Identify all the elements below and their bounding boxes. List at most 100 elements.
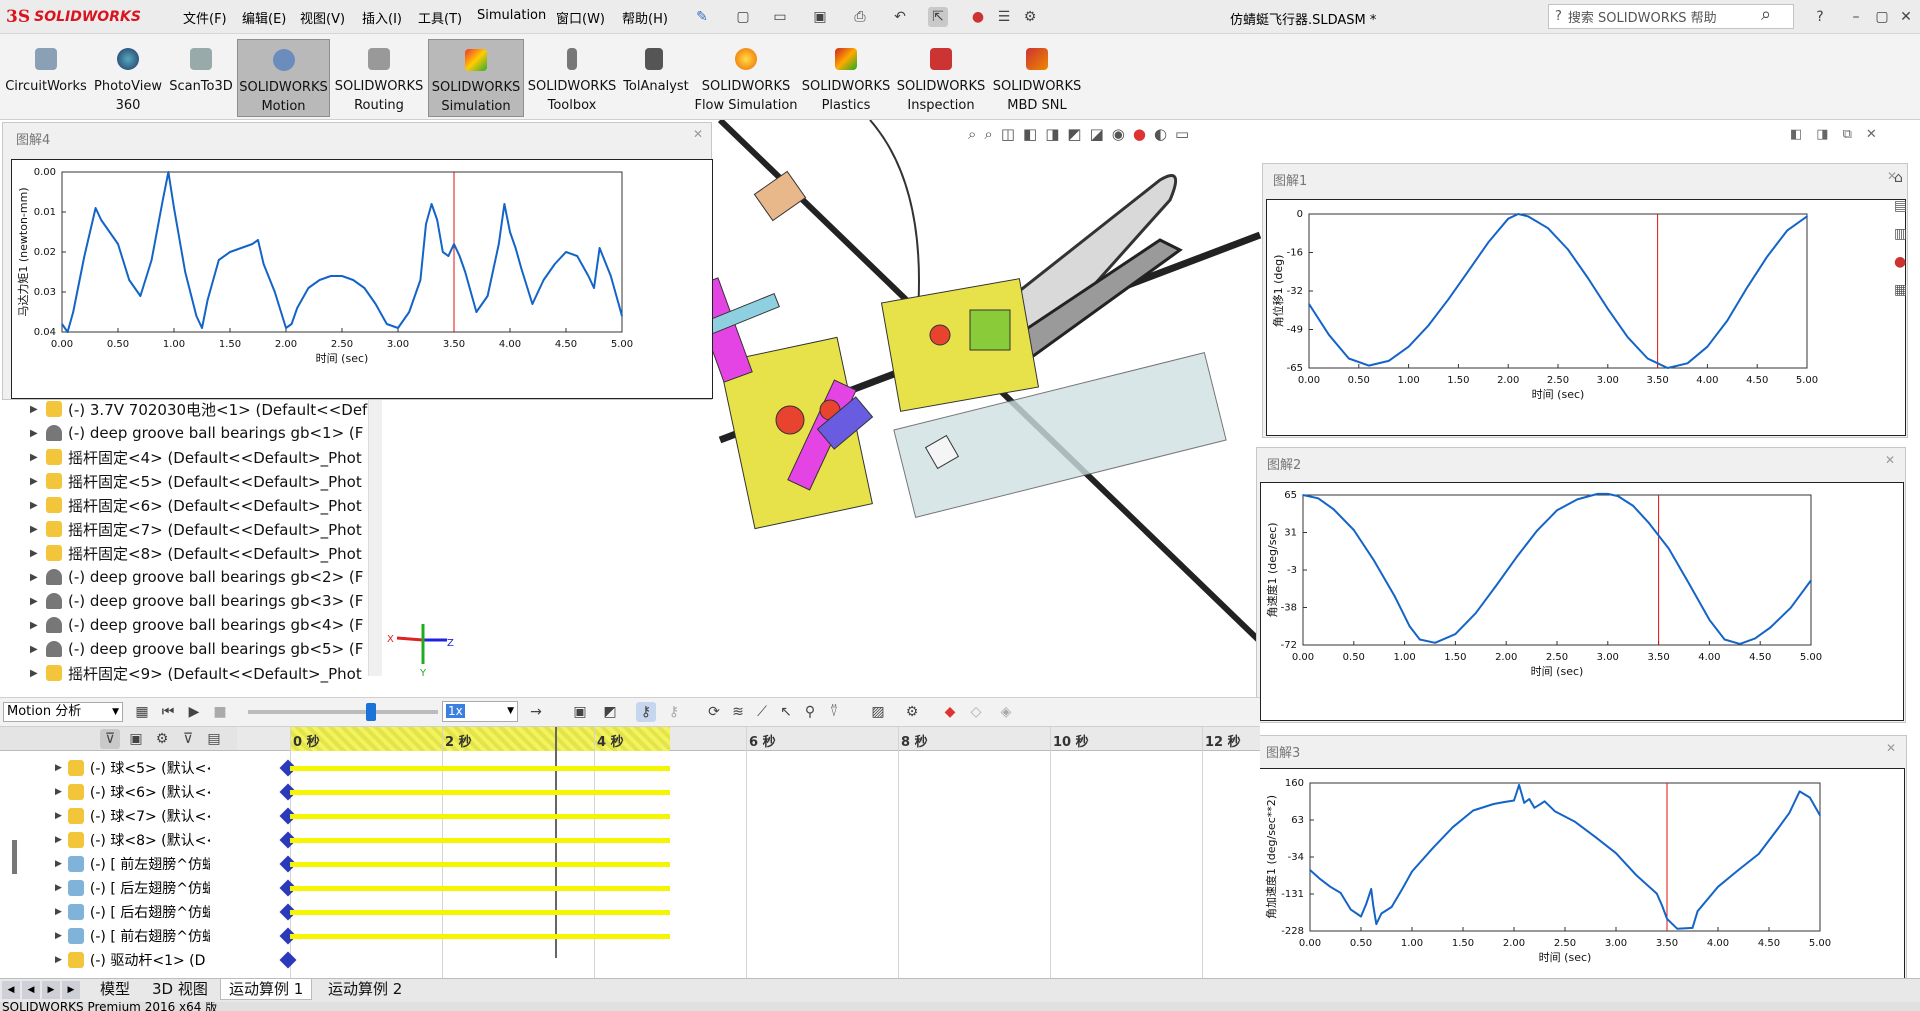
chevron-right-icon[interactable]: ▶ bbox=[30, 476, 40, 487]
tree-item[interactable]: ▶ (-) 3.7V 702030电池<1> (Default<<Def bbox=[30, 398, 367, 420]
pin-icon[interactable]: ✎ bbox=[692, 7, 712, 27]
last-tab-icon[interactable]: ▶ bbox=[62, 981, 80, 999]
contact-icon[interactable]: ⚲ bbox=[800, 702, 820, 722]
tab-3d-view[interactable]: 3D 视图 bbox=[144, 979, 216, 1000]
tree-item[interactable]: ▶ (-) deep groove ball bearings gb<3> (F bbox=[30, 590, 363, 612]
chevron-right-icon[interactable]: ▶ bbox=[55, 883, 62, 893]
collapse-right-icon[interactable]: ◨ bbox=[1816, 127, 1828, 142]
tree-item[interactable]: ▶ (-) deep groove ball bearings gb<4> (F bbox=[30, 614, 363, 636]
chevron-right-icon[interactable]: ▶ bbox=[30, 524, 40, 535]
filter-results-icon[interactable]: ▤ bbox=[204, 729, 224, 749]
change-bar[interactable] bbox=[290, 766, 670, 771]
chevron-right-icon[interactable]: ▶ bbox=[55, 787, 62, 797]
chart-panel-3[interactable]: 图解3 ✕ 0.00 0.50 1.00 1.50 2.00 2.50 3.00 3.50 4.… bbox=[1255, 735, 1907, 1005]
study-type-select[interactable]: Motion 分析 ▼ bbox=[3, 702, 123, 722]
change-bar[interactable] bbox=[290, 886, 670, 891]
chevron-right-icon[interactable]: ▶ bbox=[30, 620, 40, 631]
chevron-right-icon[interactable]: ▶ bbox=[30, 548, 40, 559]
export-icon[interactable]: ◇ bbox=[966, 702, 986, 722]
ribbon-plastics[interactable]: SOLIDWORKS Plastics bbox=[801, 39, 891, 117]
ribbon-inspection[interactable]: SOLIDWORKS Inspection bbox=[895, 39, 987, 117]
menu-tools[interactable]: 工具(T) bbox=[418, 8, 462, 27]
timeline-row[interactable]: ▶ (-) [ 后右翅膀^仿蜻蜓 bbox=[55, 901, 210, 923]
play-icon[interactable]: ▶ bbox=[184, 702, 204, 722]
next-tab-icon[interactable]: ▶ bbox=[42, 981, 60, 999]
new-icon[interactable]: ▢ bbox=[733, 7, 753, 27]
ribbon-toolbox[interactable]: SOLIDWORKS Toolbox bbox=[527, 39, 617, 117]
chevron-right-icon[interactable]: ▶ bbox=[30, 452, 40, 463]
ribbon-routing[interactable]: SOLIDWORKS Routing bbox=[334, 39, 424, 117]
chevron-right-icon[interactable]: ▶ bbox=[30, 500, 40, 511]
playback-slider[interactable] bbox=[248, 703, 438, 721]
export-results-icon[interactable]: ◈ bbox=[996, 702, 1016, 722]
timeline-row[interactable]: ▶ (-) 球<8> (默认<<默 bbox=[55, 829, 210, 851]
gravity-icon[interactable]: ⍢ bbox=[824, 702, 844, 722]
minimize-icon[interactable]: – bbox=[1846, 7, 1866, 27]
menu-insert[interactable]: 插入(I) bbox=[362, 8, 402, 27]
timeline-row[interactable]: ▶ (-) [ 前左翅膀^仿蜻蜓 bbox=[55, 853, 210, 875]
chevron-right-icon[interactable]: ▶ bbox=[55, 955, 62, 965]
chart-panel-4[interactable]: 图解4 ✕ 0.00 0.50 1.00 1.50 2.00 2.50 3.00 3.50 4.… bbox=[2, 122, 713, 400]
chevron-right-icon[interactable]: ▶ bbox=[55, 811, 62, 821]
prev-tab-icon[interactable]: ◀ bbox=[22, 981, 40, 999]
maximize-icon[interactable]: ▢ bbox=[1872, 7, 1892, 27]
menu-window[interactable]: 窗口(W) bbox=[556, 8, 605, 27]
calculate-icon[interactable]: ▦ bbox=[132, 702, 152, 722]
filter-icon[interactable]: ⊽ bbox=[100, 729, 120, 749]
damper-icon[interactable]: ⟋ bbox=[752, 702, 772, 722]
ribbon-mbd[interactable]: SOLIDWORKS MBD SNL bbox=[991, 39, 1083, 117]
ribbon-photoview[interactable]: PhotoView 360 bbox=[92, 39, 164, 117]
animation-wizard-icon[interactable]: ◩ bbox=[600, 702, 620, 722]
change-bar[interactable] bbox=[290, 862, 670, 867]
motor-icon[interactable]: ⟳ bbox=[704, 702, 724, 722]
chevron-right-icon[interactable]: ▶ bbox=[55, 931, 62, 941]
change-bar[interactable] bbox=[290, 814, 670, 819]
chevron-right-icon[interactable]: ▶ bbox=[30, 572, 40, 583]
traffic-light-icon[interactable]: ● bbox=[968, 7, 988, 27]
first-tab-icon[interactable]: ◀ bbox=[2, 981, 20, 999]
save-icon[interactable]: ▣ bbox=[810, 7, 830, 27]
add-key-icon[interactable]: ⚷ bbox=[664, 702, 684, 722]
ribbon-motion[interactable]: SOLIDWORKS Motion bbox=[237, 39, 330, 117]
menu-edit[interactable]: 编辑(E) bbox=[242, 8, 286, 27]
playback-mode-icon[interactable]: → bbox=[526, 702, 546, 722]
tab-motion-study-2[interactable]: 运动算例 2 bbox=[320, 979, 410, 1000]
chevron-right-icon[interactable]: ▶ bbox=[55, 859, 62, 869]
simulation-setup-icon[interactable]: ◆ bbox=[940, 702, 960, 722]
ribbon-flow-simulation[interactable]: SOLIDWORKS Flow Simulation bbox=[694, 39, 798, 117]
timeline-row[interactable]: ▶ (-) [ 后左翅膀^仿蜻蜓 bbox=[55, 877, 210, 899]
timeline-row[interactable]: ▶ (-) 球<7> (默认<<默 bbox=[55, 805, 210, 827]
close-icon[interactable]: ✕ bbox=[1866, 127, 1877, 142]
chevron-right-icon[interactable]: ▶ bbox=[30, 644, 40, 655]
change-bar[interactable] bbox=[290, 838, 670, 843]
resources-icon[interactable]: ▤ bbox=[1894, 198, 1918, 214]
close-icon[interactable]: ✕ bbox=[1896, 7, 1916, 27]
spring-icon[interactable]: ≋ bbox=[728, 702, 748, 722]
print-icon[interactable]: ⎙ bbox=[850, 7, 870, 27]
filter-selected-icon[interactable]: ⊽ bbox=[178, 729, 198, 749]
tree-item[interactable]: ▶ 摇杆固定<9> (Default<<Default>_Phot bbox=[30, 662, 362, 684]
ribbon-simulation[interactable]: SOLIDWORKS Simulation bbox=[428, 39, 524, 117]
menu-file[interactable]: 文件(F) bbox=[183, 8, 227, 27]
autokey-icon[interactable]: ⚷ bbox=[636, 702, 656, 722]
change-bar[interactable] bbox=[290, 910, 670, 915]
chevron-right-icon[interactable]: ▶ bbox=[55, 835, 62, 845]
timeline-row[interactable]: ▶ (-) 驱动杆<1> (D bbox=[55, 949, 205, 971]
close-icon[interactable]: ✕ bbox=[1886, 741, 1896, 755]
file-properties-icon[interactable]: ☰ bbox=[994, 7, 1014, 27]
play-from-start-icon[interactable]: ⏮ bbox=[158, 702, 178, 722]
chevron-right-icon[interactable]: ▶ bbox=[30, 668, 40, 679]
close-icon[interactable]: ✕ bbox=[1885, 453, 1895, 467]
motion-study-properties-icon[interactable]: ⚙ bbox=[902, 702, 922, 722]
menu-simulation[interactable]: Simulation bbox=[477, 8, 546, 23]
tree-item[interactable]: ▶ 摇杆固定<7> (Default<<Default>_Phot bbox=[30, 518, 362, 540]
ribbon-tolanalyst[interactable]: TolAnalyst bbox=[621, 39, 691, 117]
results-plots-icon[interactable]: ▨ bbox=[868, 702, 888, 722]
appearances-icon[interactable]: ● bbox=[1894, 254, 1918, 270]
tab-model[interactable]: 模型 bbox=[92, 979, 138, 1000]
chevron-right-icon[interactable]: ▶ bbox=[30, 404, 40, 415]
dragonfly-model-3d[interactable] bbox=[640, 120, 1340, 720]
force-icon[interactable]: ↖ bbox=[776, 702, 796, 722]
tab-motion-study-1[interactable]: 运动算例 1 bbox=[220, 979, 313, 1000]
tree-item[interactable]: ▶ 摇杆固定<8> (Default<<Default>_Phot bbox=[30, 542, 362, 564]
